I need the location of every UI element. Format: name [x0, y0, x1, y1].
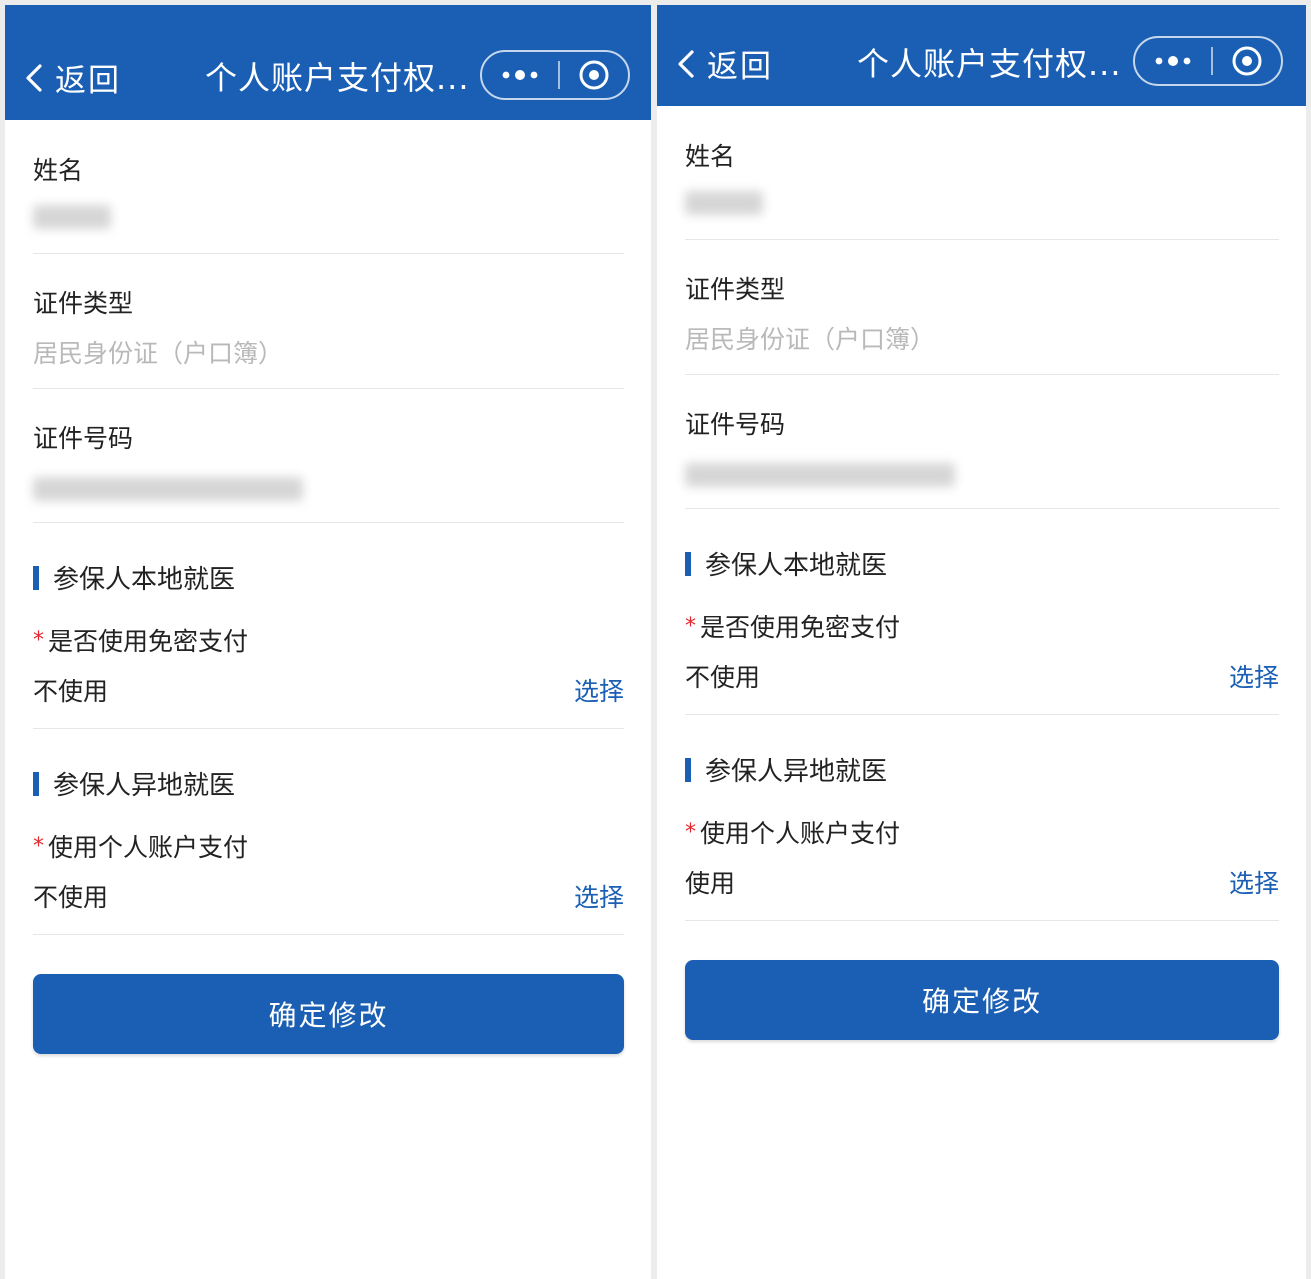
- question-label: * 使用个人账户支付: [33, 828, 624, 864]
- section-title: 参保人本地就医: [33, 523, 624, 596]
- id-type-field: 证件类型 居民身份证（户口簿）: [685, 240, 1279, 375]
- close-button[interactable]: [1213, 38, 1281, 84]
- choice-row: 不使用 选择: [33, 878, 624, 914]
- id-number-field: 证件号码: [685, 375, 1279, 509]
- back-button[interactable]: 返回: [25, 55, 121, 100]
- section-accent-bar: [685, 757, 691, 782]
- back-label: 返回: [55, 63, 121, 99]
- form: 姓名 证件类型 居民身份证（户口簿） 证件号码 参保人本地就医 * 是否使用免密…: [5, 120, 651, 1054]
- question-label: * 是否使用免密支付: [33, 622, 624, 658]
- choice-value: 不使用: [33, 883, 109, 912]
- question-text: 使用个人账户支付: [48, 833, 249, 862]
- choice-value: 使用: [685, 869, 736, 898]
- required-mark: *: [685, 613, 696, 639]
- nav-bar: 返回 个人账户支付权...: [657, 5, 1306, 106]
- more-dots-icon: [1155, 56, 1191, 66]
- local-medical-section: 参保人本地就医 * 是否使用免密支付 不使用 选择: [33, 523, 624, 729]
- local-medical-section: 参保人本地就医 * 是否使用免密支付 不使用 选择: [685, 509, 1279, 715]
- confirm-button[interactable]: 确定修改: [33, 974, 624, 1054]
- name-field: 姓名: [33, 120, 624, 254]
- id-number-value-redacted: [685, 463, 955, 487]
- section-accent-bar: [685, 551, 691, 576]
- screen-left: 返回 个人账户支付权... 姓名 证件类型 居民身份证（户口簿） 证件号码 参保…: [5, 5, 651, 1279]
- choice-row: 不使用 选择: [685, 658, 1279, 694]
- confirm-button[interactable]: 确定修改: [685, 960, 1279, 1040]
- name-value-redacted: [33, 205, 111, 229]
- page-title: 个人账户支付权...: [205, 59, 470, 97]
- section-accent-bar: [33, 771, 39, 796]
- choice-value: 不使用: [685, 663, 761, 692]
- required-mark: *: [33, 627, 44, 653]
- mini-program-capsule: [1133, 36, 1283, 86]
- more-button[interactable]: [1135, 38, 1211, 84]
- back-label: 返回: [707, 49, 773, 85]
- required-mark: *: [33, 833, 44, 859]
- target-close-icon: [1232, 46, 1262, 76]
- id-type-value: 居民身份证（户口簿）: [685, 325, 936, 354]
- name-label: 姓名: [685, 142, 736, 171]
- choice-row: 不使用 选择: [33, 672, 624, 708]
- id-number-field: 证件号码: [33, 389, 624, 523]
- required-mark: *: [685, 819, 696, 845]
- page-title: 个人账户支付权...: [857, 45, 1122, 83]
- select-button[interactable]: 选择: [1229, 864, 1279, 900]
- id-type-field: 证件类型 居民身份证（户口簿）: [33, 254, 624, 389]
- chevron-left-icon: [26, 63, 42, 92]
- section-title-text: 参保人本地就医: [705, 551, 888, 581]
- section-title: 参保人本地就医: [685, 509, 1279, 582]
- section-title-text: 参保人本地就医: [53, 565, 236, 595]
- section-title-text: 参保人异地就医: [53, 771, 236, 801]
- name-field: 姓名: [685, 106, 1279, 240]
- select-button[interactable]: 选择: [574, 672, 624, 708]
- name-value-redacted: [685, 191, 763, 215]
- question-label: * 使用个人账户支付: [685, 814, 1279, 850]
- id-number-label: 证件号码: [685, 410, 786, 439]
- id-type-label: 证件类型: [33, 289, 134, 318]
- back-button[interactable]: 返回: [677, 41, 773, 86]
- nav-bar: 返回 个人账户支付权...: [5, 5, 651, 120]
- mini-program-capsule: [480, 50, 630, 100]
- section-accent-bar: [33, 565, 39, 590]
- choice-row: 使用 选择: [685, 864, 1279, 900]
- screen-right: 返回 个人账户支付权... 姓名 证件类型 居民身份证（户口簿） 证件号码 参保…: [657, 5, 1306, 1279]
- remote-medical-section: 参保人异地就医 * 使用个人账户支付 不使用 选择: [33, 729, 624, 935]
- id-type-label: 证件类型: [685, 275, 786, 304]
- question-text: 使用个人账户支付: [700, 819, 901, 848]
- more-button[interactable]: [482, 52, 558, 98]
- choice-value: 不使用: [33, 677, 109, 706]
- select-button[interactable]: 选择: [574, 878, 624, 914]
- section-title: 参保人异地就医: [33, 729, 624, 802]
- target-close-icon: [579, 60, 609, 90]
- id-number-label: 证件号码: [33, 424, 134, 453]
- id-number-value-redacted: [33, 477, 303, 501]
- question-text: 是否使用免密支付: [48, 627, 249, 656]
- section-title: 参保人异地就医: [685, 715, 1279, 788]
- name-label: 姓名: [33, 156, 84, 185]
- question-text: 是否使用免密支付: [700, 613, 901, 642]
- form: 姓名 证件类型 居民身份证（户口簿） 证件号码 参保人本地就医 * 是否使用免密…: [657, 106, 1306, 1040]
- question-label: * 是否使用免密支付: [685, 608, 1279, 644]
- section-title-text: 参保人异地就医: [705, 757, 888, 787]
- close-button[interactable]: [560, 52, 628, 98]
- more-dots-icon: [502, 70, 538, 80]
- remote-medical-section: 参保人异地就医 * 使用个人账户支付 使用 选择: [685, 715, 1279, 921]
- select-button[interactable]: 选择: [1229, 658, 1279, 694]
- id-type-value: 居民身份证（户口簿）: [33, 339, 284, 368]
- chevron-left-icon: [678, 49, 694, 78]
